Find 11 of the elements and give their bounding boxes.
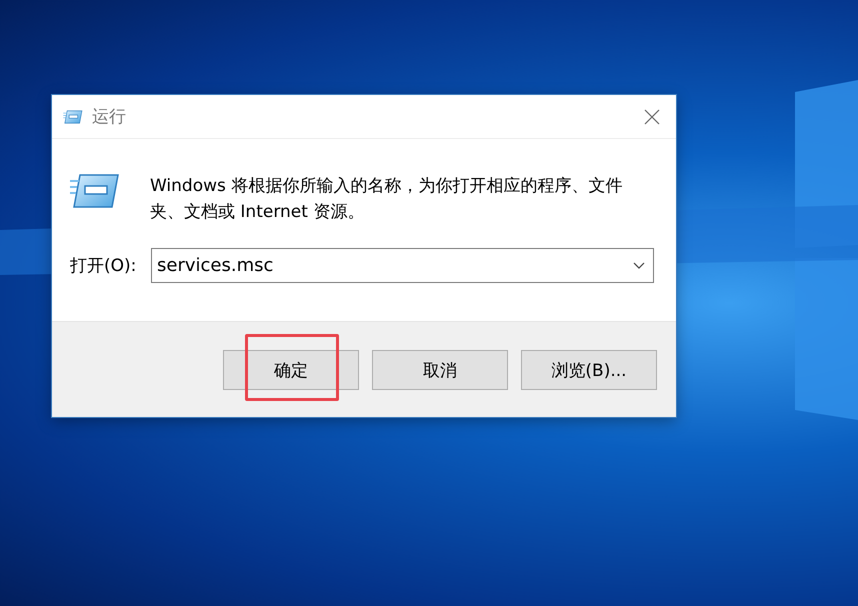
window-title: 运行 xyxy=(92,106,126,128)
dialog-button[interactable]: 确定 xyxy=(223,350,359,390)
dropdown-caret-icon[interactable] xyxy=(633,262,645,269)
open-label: 打开(O): xyxy=(70,255,138,277)
command-combobox[interactable]: services.msc xyxy=(151,248,654,283)
description-text: Windows 将根据你所输入的名称，为你打开相应的程序、文件夹、文档或 Internet 资源。 xyxy=(150,175,624,224)
run-program-icon xyxy=(70,173,120,209)
close-icon[interactable] xyxy=(644,108,660,124)
run-icon xyxy=(62,110,84,124)
dialog-button[interactable]: 浏览(B)... xyxy=(521,350,657,390)
dialog-button[interactable]: 取消 xyxy=(372,350,508,390)
